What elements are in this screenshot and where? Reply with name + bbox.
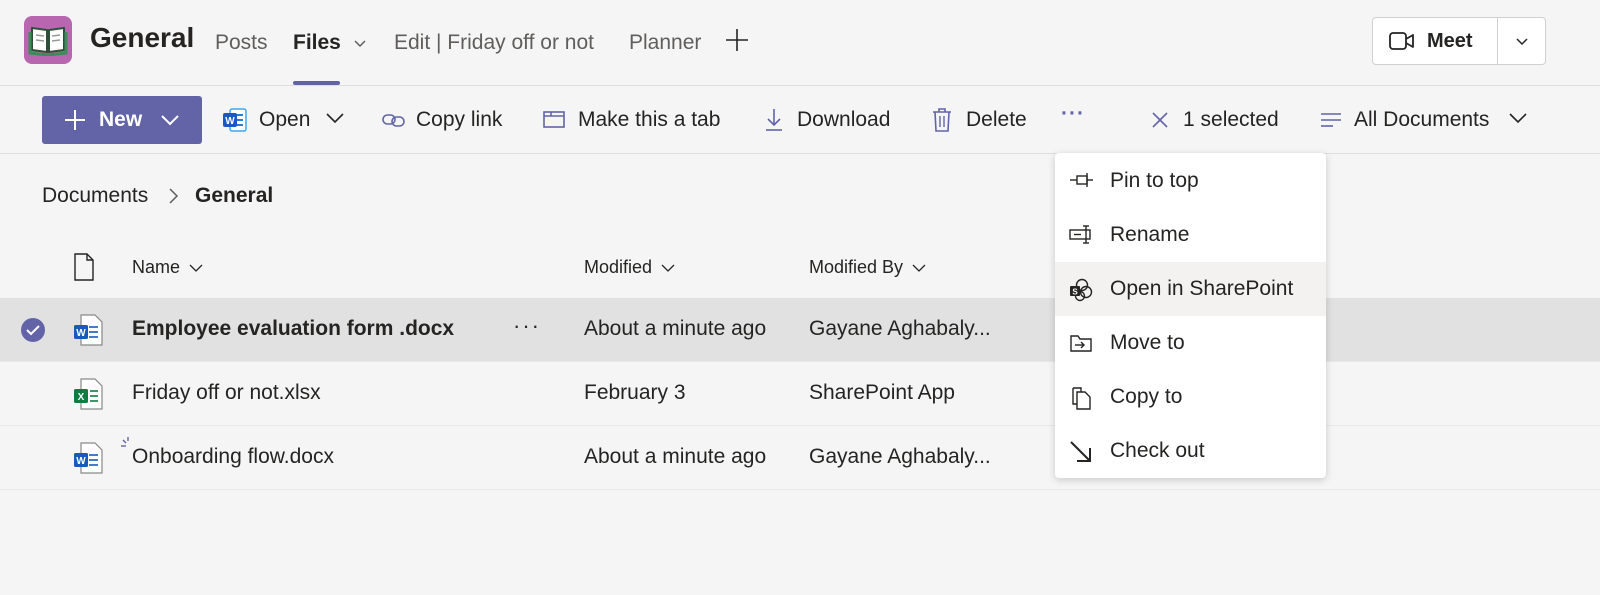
menu-item-copy-to[interactable]: Copy to: [1055, 370, 1326, 424]
menu-item-pin-to-top[interactable]: Pin to top: [1055, 154, 1326, 208]
chevron-down-icon[interactable]: [325, 112, 345, 124]
menu-item-open-in-sharepoint[interactable]: S Open in SharePoint: [1055, 262, 1326, 316]
delete-button[interactable]: Delete: [966, 108, 1027, 132]
add-tab-plus-icon[interactable]: [724, 27, 750, 53]
menu-item-check-out[interactable]: Check out: [1055, 424, 1326, 478]
tab-planner[interactable]: Planner: [629, 31, 701, 55]
file-type-icon: [74, 253, 94, 281]
selection-count: 1 selected: [1183, 108, 1279, 131]
menu-item-label: Rename: [1110, 223, 1190, 246]
meet-dropdown-button[interactable]: [1498, 18, 1546, 64]
excel-file-icon: X: [74, 378, 103, 410]
table-row[interactable]: W Onboarding flow.docx About a minute ag…: [0, 426, 1600, 490]
checkmark-circle-icon[interactable]: [20, 317, 46, 343]
open-button[interactable]: Open: [259, 108, 310, 132]
team-book-icon[interactable]: [24, 16, 72, 64]
menu-item-label: Move to: [1110, 331, 1185, 354]
tab-files-label: Files: [293, 31, 341, 54]
column-header-modified[interactable]: Modified: [584, 257, 676, 278]
word-file-icon: W: [74, 442, 103, 474]
svg-text:W: W: [76, 456, 86, 467]
modified-by: Gayane Aghabaly...: [809, 317, 991, 340]
tab-edit-friday-off[interactable]: Edit | Friday off or not: [394, 31, 594, 55]
rename-icon: [1069, 225, 1091, 244]
svg-text:W: W: [76, 328, 86, 339]
view-selector[interactable]: All Documents: [1354, 108, 1489, 132]
link-icon: [382, 114, 405, 127]
view-list-icon: [1321, 113, 1341, 127]
chevron-down-icon[interactable]: [1508, 112, 1528, 124]
chevron-down-icon[interactable]: [353, 38, 367, 48]
tab-icon: [543, 111, 565, 128]
download-icon: [766, 109, 782, 131]
new-label: New: [99, 108, 143, 131]
video-camera-icon: [1389, 32, 1414, 50]
column-header-label: Modified: [584, 257, 653, 277]
column-header-modified-by[interactable]: Modified By: [809, 257, 927, 278]
file-name[interactable]: Friday off or not.xlsx: [132, 381, 321, 405]
modified-date: About a minute ago: [584, 445, 767, 468]
word-file-icon: W: [74, 314, 103, 346]
active-tab-indicator: [293, 81, 340, 85]
svg-text:W: W: [225, 116, 235, 127]
menu-item-label: Open in SharePoint: [1110, 277, 1294, 300]
table-row[interactable]: X Friday off or not.xlsx February 3 Shar…: [0, 362, 1600, 426]
menu-item-label: Check out: [1110, 439, 1205, 462]
new-button[interactable]: New: [42, 96, 202, 144]
chevron-down-icon: [912, 264, 926, 273]
more-actions-button[interactable]: ···: [1061, 102, 1085, 126]
column-header-name[interactable]: Name: [132, 257, 204, 278]
svg-text:X: X: [78, 392, 85, 403]
modified-by: SharePoint App: [809, 381, 955, 404]
trash-icon: [933, 108, 951, 132]
breadcrumb-current: General: [195, 184, 274, 207]
more-actions-menu: Pin to top Rename S Open in SharePoint M…: [1055, 153, 1326, 478]
sharepoint-icon: S: [1070, 278, 1093, 302]
menu-item-move-to[interactable]: Move to: [1055, 316, 1326, 370]
modified-by: Gayane Aghabaly...: [809, 445, 991, 468]
row-more-button[interactable]: ···: [513, 313, 541, 339]
meet-button-group: Meet: [1372, 17, 1546, 65]
meet-button[interactable]: Meet: [1373, 18, 1497, 64]
download-button[interactable]: Download: [797, 108, 890, 132]
tab-posts[interactable]: Posts: [215, 31, 268, 55]
tab-files[interactable]: Files: [293, 31, 367, 55]
copy-icon: [1072, 387, 1091, 410]
modified-date: February 3: [584, 381, 686, 404]
menu-item-rename[interactable]: Rename: [1055, 208, 1326, 262]
chevron-down-icon: [661, 264, 675, 273]
table-row[interactable]: W Employee evaluation form .docx ··· Abo…: [0, 298, 1600, 362]
modified-date: About a minute ago: [584, 317, 767, 340]
move-folder-icon: [1070, 335, 1092, 352]
chevron-down-icon: [161, 115, 179, 126]
column-header-label: Name: [132, 257, 181, 277]
copy-link-button[interactable]: Copy link: [416, 108, 502, 132]
breadcrumb-documents[interactable]: Documents: [42, 184, 148, 208]
svg-text:S: S: [1072, 288, 1078, 297]
menu-item-label: Pin to top: [1110, 169, 1199, 192]
channel-title: General: [90, 22, 195, 53]
command-bar: New W Open Copy link Make this a tab Dow…: [0, 86, 1600, 154]
word-icon: W: [223, 108, 247, 132]
check-out-arrow-icon: [1070, 441, 1091, 462]
chevron-down-icon: [1516, 38, 1528, 46]
pin-icon: [1070, 173, 1093, 187]
close-icon[interactable]: [1151, 111, 1169, 129]
plus-icon: [65, 110, 85, 130]
menu-item-label: Copy to: [1110, 385, 1183, 408]
chevron-right-icon: [169, 188, 179, 204]
file-name[interactable]: Employee evaluation form .docx: [132, 317, 454, 341]
meet-label: Meet: [1427, 30, 1473, 52]
file-name[interactable]: Onboarding flow.docx: [132, 445, 334, 469]
make-tab-button[interactable]: Make this a tab: [578, 108, 720, 132]
chevron-down-icon: [189, 264, 203, 273]
column-header-label: Modified By: [809, 257, 904, 277]
channel-header: General Posts Files Edit | Friday off or…: [0, 0, 1600, 86]
